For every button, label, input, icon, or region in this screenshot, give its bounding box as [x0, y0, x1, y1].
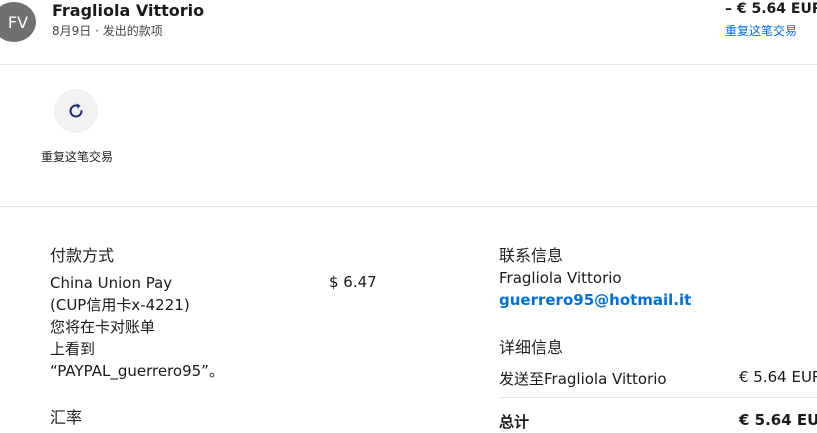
divider [0, 206, 817, 207]
total-amount: € 5.64 EUR [739, 411, 817, 429]
refresh-icon [69, 103, 83, 118]
payment-method-line: 上看到 [50, 340, 96, 358]
sent-to-label: 发送至Fragliola Vittorio [499, 370, 667, 388]
payment-method-title: 付款方式 [50, 246, 115, 265]
exchange-rate-title: 汇率 [50, 408, 83, 427]
contact-info-title: 联系信息 [499, 246, 564, 265]
sent-to-amount: € 5.64 EUR [739, 368, 817, 386]
repeat-transaction-button[interactable] [54, 89, 98, 133]
avatar: FV [0, 2, 36, 42]
details-divider [499, 397, 817, 398]
divider [0, 64, 817, 65]
payment-method-line: China Union Pay [50, 274, 173, 292]
payment-method-line: (CUP信用卡x-4221) [50, 296, 190, 314]
contact-email-link[interactable]: guerrero95@hotmail.it [499, 291, 691, 309]
details-title: 详细信息 [499, 338, 564, 357]
repeat-transaction-link[interactable]: 重复这笔交易 [725, 22, 797, 39]
payment-method: China Union Pay (CUP信用卡x-4221) 您将在卡对账单 上… [50, 272, 224, 382]
transaction-amount: – € 5.64 EUR [725, 1, 817, 17]
repeat-transaction-label[interactable]: 重复这笔交易 [40, 148, 114, 166]
payment-amount: $ 6.47 [329, 273, 377, 291]
total-label: 总计 [499, 413, 530, 431]
recipient-name: Fragliola Vittorio [52, 1, 205, 20]
transaction-subtitle: 8月9日 · 发出的款项 [52, 24, 163, 38]
avatar-initials: FV [7, 12, 29, 32]
payment-method-line: 您将在卡对账单 [50, 318, 156, 336]
contact-name: Fragliola Vittorio [499, 269, 622, 287]
payment-method-line: “PAYPAL_guerrero95”。 [50, 362, 224, 380]
